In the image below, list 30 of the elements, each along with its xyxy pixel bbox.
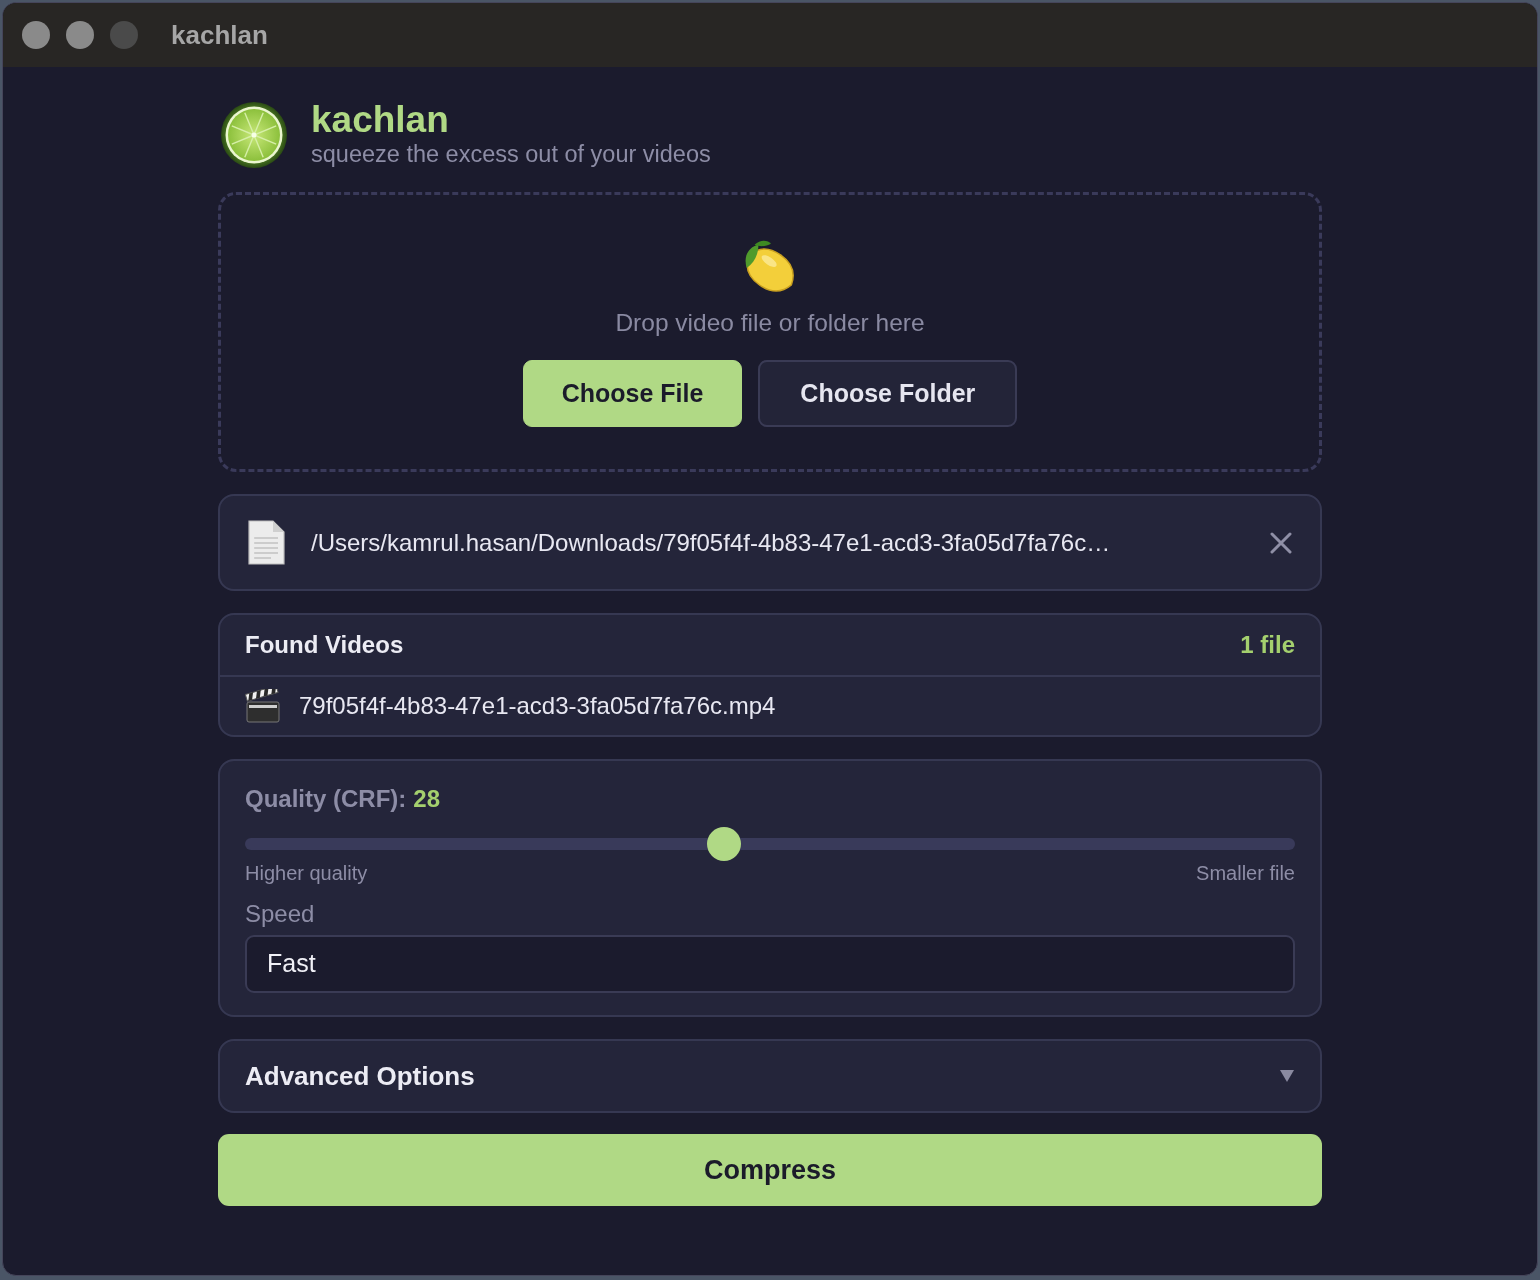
window-title: kachlan [171, 18, 268, 52]
lime-logo-icon [221, 101, 287, 168]
app-subtitle: squeeze the excess out of your videos [311, 139, 711, 169]
quality-value: 28 [413, 784, 441, 815]
document-icon [247, 520, 286, 566]
speed-label: Speed [245, 899, 315, 930]
quality-label: Quality (CRF): [245, 784, 407, 815]
choose-file-button[interactable]: Choose File [522, 359, 743, 427]
slider-min-label: Higher quality [245, 861, 368, 886]
clapperboard-icon [245, 689, 281, 724]
choose-folder-button[interactable]: Choose Folder [758, 359, 1018, 427]
close-icon [1270, 531, 1292, 554]
speed-select[interactable]: Fast [245, 935, 1295, 994]
section-title: Found Videos [245, 630, 404, 661]
minimize-window-button[interactable] [66, 21, 94, 49]
file-count: 1 file [1240, 630, 1295, 661]
file-list-item[interactable]: 79f05f4f-4b83-47e1-acd3-3fa05d7fa76c.mp4 [220, 677, 1320, 736]
file-name: 79f05f4f-4b83-47e1-acd3-3fa05d7fa76c.mp4 [299, 691, 776, 722]
app-title: kachlan [311, 101, 450, 140]
advanced-options-toggle[interactable]: Advanced Options [218, 1039, 1322, 1114]
file-path: /Users/kamrul.hasan/Downloads/79f05f4f-4b83-47e1-acd3-3fa05d7fa76c… [311, 527, 1111, 558]
clear-path-button[interactable] [1270, 531, 1292, 554]
drop-prompt: Drop video file or folder here [615, 308, 925, 339]
slider-thumb[interactable] [706, 827, 741, 862]
quality-slider[interactable] [245, 827, 1295, 862]
slider-max-label: Smaller file [1196, 861, 1295, 886]
compress-button[interactable]: Compress [218, 1134, 1322, 1207]
close-window-button[interactable] [22, 21, 50, 49]
advanced-options-label: Advanced Options [245, 1059, 475, 1093]
drop-zone[interactable]: Drop video file or folder here Choose File Choose Folder [218, 192, 1322, 473]
